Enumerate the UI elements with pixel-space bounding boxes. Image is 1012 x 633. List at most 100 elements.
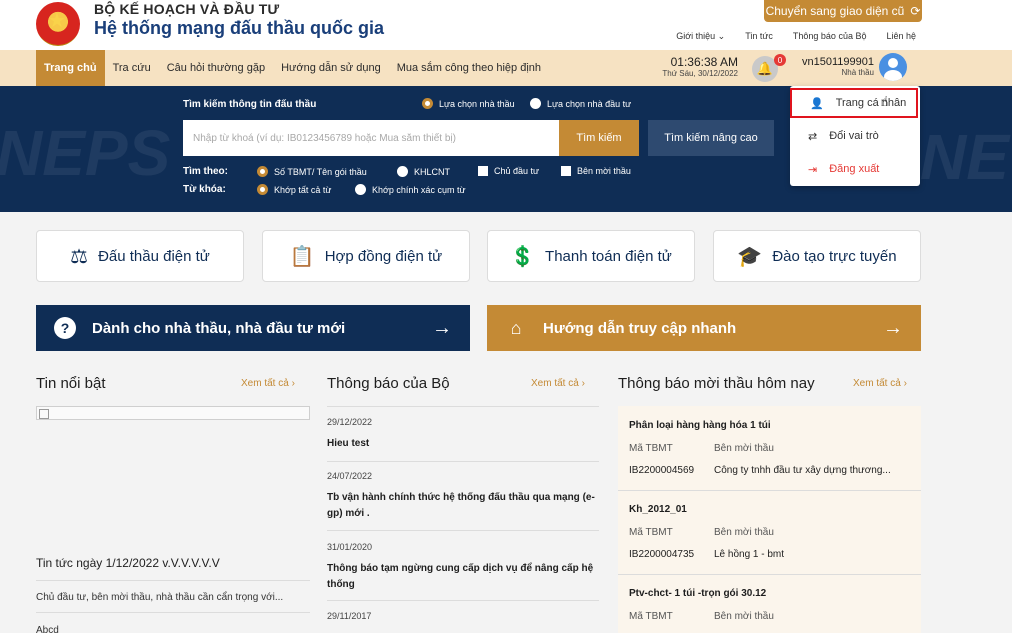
- by-option-inviter[interactable]: Bên mời thầu: [561, 166, 631, 176]
- user-info[interactable]: vn1501199901 Nhà thầu: [792, 56, 874, 77]
- menu-item-switch-role[interactable]: ⇄ Đổi vai trò: [790, 121, 920, 151]
- avatar[interactable]: [879, 53, 907, 81]
- notice-title[interactable]: Thông báo tạm ngừng cung cấp dịch vụ để …: [327, 561, 599, 593]
- ministry-notices-title: Thông báo của Bộ: [327, 375, 450, 392]
- advanced-search-button[interactable]: Tìm kiếm nâng cao: [648, 120, 774, 156]
- nav-faq[interactable]: Câu hỏi thường gặp: [159, 50, 273, 86]
- top-link-news[interactable]: Tin tức: [745, 31, 773, 42]
- radio-unselected[interactable]: [530, 98, 541, 109]
- tender-inviter-label: Bên mời thầu: [714, 611, 774, 622]
- notice-title[interactable]: Tb vận hành chính thức hệ thống đấu thầu…: [327, 490, 599, 522]
- notice-title[interactable]: Hieu test: [327, 436, 599, 452]
- divider: [36, 612, 310, 613]
- radio-unselected[interactable]: [397, 166, 408, 177]
- refresh-icon: ⟳: [910, 4, 921, 18]
- card-e-payment[interactable]: 💲 Thanh toán điện tử: [487, 230, 695, 282]
- user-role: Nhà thầu: [841, 68, 874, 77]
- top-link-ministry-notices[interactable]: Thông báo của Bộ: [793, 31, 867, 42]
- nav-user-guide[interactable]: Hướng dẫn sử dụng: [273, 50, 389, 86]
- menu-item-profile[interactable]: 👤 Trang cá nhân: [790, 88, 918, 118]
- checkbox[interactable]: [478, 166, 488, 176]
- divider: [327, 600, 599, 601]
- quick-guide-banner[interactable]: ⌂ Hướng dẫn truy cập nhanh →: [487, 305, 921, 351]
- tender-title[interactable]: Kh_2012_01: [629, 504, 687, 515]
- nav-agreement-procurement[interactable]: Mua sắm công theo hiệp định: [389, 50, 549, 86]
- see-all-label: Xem tất cả: [853, 378, 901, 389]
- notification-badge: 0: [774, 54, 786, 66]
- checkbox[interactable]: [561, 166, 571, 176]
- arrow-right-icon: →: [883, 316, 903, 339]
- radio-selected[interactable]: [257, 184, 268, 195]
- switch-ui-button[interactable]: Chuyển sang giao diện cũ ⟳: [764, 0, 922, 22]
- nav-lookup[interactable]: Tra cứu: [105, 50, 159, 86]
- system-title[interactable]: Hệ thống mạng đấu thầu quốc gia: [94, 18, 384, 39]
- tender-title[interactable]: Phân loại hàng hàng hóa 1 túi: [629, 420, 771, 431]
- tender-inviter: Công ty tnhh đầu tư xây dựng thương...: [714, 465, 891, 476]
- keyword-exact-phrase[interactable]: Khớp chính xác cụm từ: [355, 184, 465, 195]
- training-icon: 🎓: [737, 245, 763, 268]
- search-by-row: Tìm theo:: [183, 166, 228, 177]
- featured-news-desc: Chủ đầu tư, bên mời thầu, nhà thầu cần c…: [36, 592, 284, 603]
- menu-item-logout-label: Đăng xuất: [829, 163, 880, 175]
- payment-icon: 💲: [510, 245, 536, 268]
- divider: [618, 574, 921, 575]
- card-e-payment-label: Thanh toán điện tử: [545, 247, 672, 265]
- quick-guide-banner-label: Hướng dẫn truy cập nhanh: [543, 319, 737, 337]
- card-online-training-label: Đào tạo trực tuyến: [772, 247, 897, 265]
- card-e-bidding-label: Đấu thầu điện tử: [98, 247, 210, 265]
- by-option-investor[interactable]: Chủ đầu tư: [478, 166, 539, 176]
- featured-see-all[interactable]: Xem tất cả ›: [241, 378, 295, 389]
- card-online-training[interactable]: 🎓 Đào tạo trực tuyến: [713, 230, 921, 282]
- top-link-contact[interactable]: Liên hệ: [886, 31, 916, 42]
- logout-icon: ⇥: [808, 163, 818, 176]
- radio-selected[interactable]: [422, 98, 433, 109]
- tender-see-all[interactable]: Xem tất cả ›: [853, 378, 907, 389]
- mode-contractor-option[interactable]: Lựa chọn nhà thầu: [422, 98, 515, 109]
- search-button[interactable]: Tìm kiếm: [559, 120, 639, 156]
- tender-code-label: Mã TBMT: [629, 527, 673, 538]
- keyword-label: Từ khóa:: [183, 184, 226, 195]
- tender-inviter: Lê hồng 1 - bmt: [714, 549, 785, 560]
- clock-date: Thứ Sáu, 30/12/2022: [662, 69, 738, 78]
- ministry-see-all[interactable]: Xem tất cả ›: [531, 378, 585, 389]
- keyword-all-words[interactable]: Khớp tất cả từ: [257, 184, 331, 195]
- radio-unselected[interactable]: [355, 184, 366, 195]
- top-link-about[interactable]: Giới thiệu ⌄: [676, 31, 725, 42]
- notice-date: 29/12/2022: [327, 417, 373, 427]
- tender-title[interactable]: Ptv-chct- 1 túi -trọn gói 30.12: [629, 588, 766, 599]
- menu-item-switch-role-label: Đổi vai trò: [829, 130, 879, 142]
- mode-investor-option[interactable]: Lựa chọn nhà đầu tư: [530, 98, 631, 109]
- search-by-label: Tìm theo:: [183, 166, 228, 177]
- tender-code-label: Mã TBMT: [629, 611, 673, 622]
- search-heading: Tìm kiếm thông tin đấu thầu: [183, 99, 317, 110]
- divider: [618, 490, 921, 491]
- featured-next-title[interactable]: Abcd: [36, 625, 59, 633]
- home-icon: ⌂: [510, 317, 522, 338]
- divider: [36, 580, 310, 581]
- hand-cursor-icon: ☝: [880, 93, 889, 109]
- featured-title: Tin nổi bật: [36, 375, 106, 392]
- nav-home[interactable]: Trang chủ: [36, 50, 105, 86]
- card-e-contract[interactable]: 📋 Hợp đồng điện tử: [262, 230, 470, 282]
- keyword-all-words-label: Khớp tất cả từ: [274, 184, 332, 195]
- broken-image[interactable]: [36, 406, 310, 420]
- card-e-bidding[interactable]: ⚖ Đấu thầu điện tử: [36, 230, 244, 282]
- notice-date: 31/01/2020: [327, 542, 373, 552]
- radio-selected[interactable]: [257, 166, 268, 177]
- mode-investor-label: Lựa chọn nhà đầu tư: [547, 98, 632, 109]
- national-emblem-logo[interactable]: ★: [36, 2, 80, 46]
- new-users-banner[interactable]: ? Dành cho nhà thầu, nhà đầu tư mới →: [36, 305, 470, 351]
- ministry-name: BỘ KẾ HOẠCH VÀ ĐẦU TƯ: [94, 1, 280, 17]
- neps-watermark-right: NE: [920, 121, 1009, 193]
- by-option-khlcnt[interactable]: KHLCNT: [397, 166, 450, 177]
- tender-notices-title: Thông báo mời thầu hôm nay: [618, 375, 815, 392]
- featured-news-title[interactable]: Tin tức ngày 1/12/2022 v.V.V.V.V.V: [36, 556, 220, 570]
- tender-inviter-label: Bên mời thầu: [714, 443, 774, 454]
- by-option-package[interactable]: Số TBMT/ Tên gói thầu: [257, 166, 367, 177]
- contract-icon: 📋: [289, 245, 315, 268]
- divider: [327, 406, 599, 407]
- search-input[interactable]: [183, 120, 559, 156]
- menu-item-logout[interactable]: ⇥ Đăng xuất: [790, 154, 920, 184]
- tender-code: IB2200004569: [629, 465, 695, 476]
- site-header: ★ BỘ KẾ HOẠCH VÀ ĐẦU TƯ Hệ thống mạng đấ…: [0, 0, 1012, 50]
